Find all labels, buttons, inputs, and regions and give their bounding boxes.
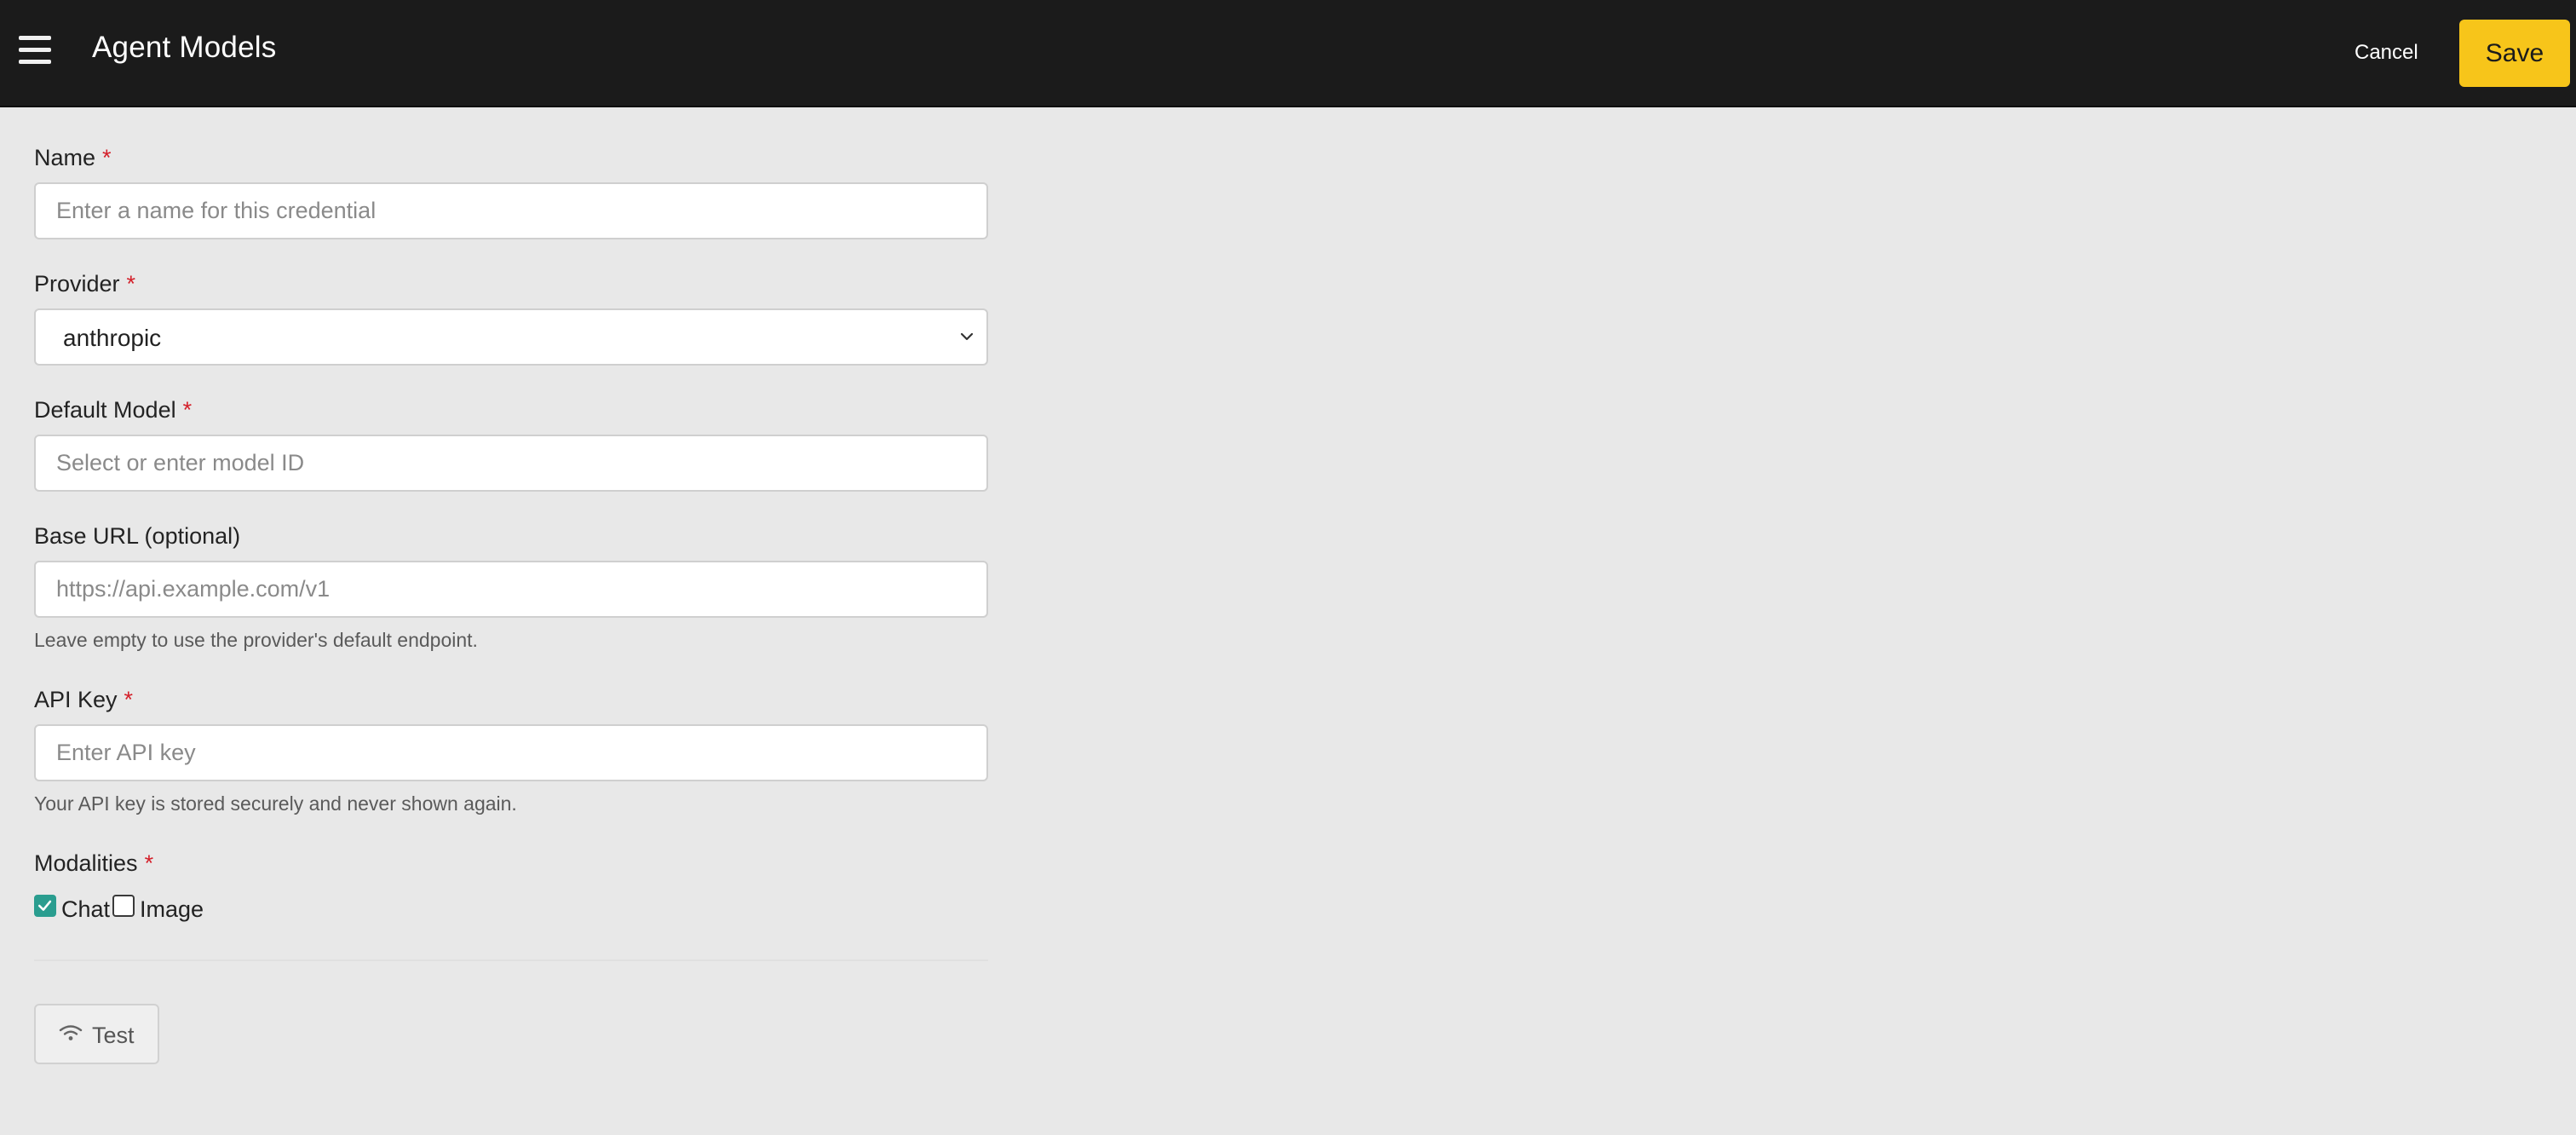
chevron-down-icon <box>960 332 974 341</box>
modalities-label: Modalities * <box>34 850 154 876</box>
save-button[interactable]: Save <box>2459 20 2570 87</box>
wifi-icon <box>59 1025 83 1040</box>
test-button[interactable]: Test <box>34 1004 159 1064</box>
required-mark: * <box>144 850 154 876</box>
app-header: Agent Models Cancel Save <box>0 0 2576 107</box>
provider-select[interactable]: anthropic <box>34 308 988 366</box>
checkmark-icon <box>37 900 52 911</box>
base-url-label: Base URL (optional) <box>34 523 241 549</box>
provider-selected-value: anthropic <box>63 325 162 351</box>
test-label: Test <box>92 1023 135 1048</box>
required-mark: * <box>126 271 136 297</box>
image-checkbox[interactable] <box>112 895 135 917</box>
api-key-input[interactable] <box>34 724 988 781</box>
api-key-hint: Your API key is stored securely and neve… <box>34 792 517 815</box>
divider <box>34 959 988 961</box>
cancel-button[interactable]: Cancel <box>2355 36 2418 70</box>
image-label: Image <box>140 896 204 922</box>
required-mark: * <box>124 687 134 712</box>
provider-label: Provider * <box>34 271 136 297</box>
name-input[interactable] <box>34 182 988 239</box>
page-title: Agent Models <box>92 31 277 64</box>
default-model-label: Default Model * <box>34 397 193 423</box>
base-url-input[interactable] <box>34 561 988 618</box>
api-key-label: API Key * <box>34 687 134 712</box>
base-url-hint: Leave empty to use the provider's defaul… <box>34 629 478 651</box>
chat-label: Chat <box>61 896 111 922</box>
required-mark: * <box>182 397 193 423</box>
menu-icon[interactable] <box>19 36 53 65</box>
required-mark: * <box>102 145 112 170</box>
chat-checkbox[interactable] <box>34 895 56 917</box>
default-model-input[interactable] <box>34 435 988 492</box>
name-label: Name * <box>34 145 112 170</box>
